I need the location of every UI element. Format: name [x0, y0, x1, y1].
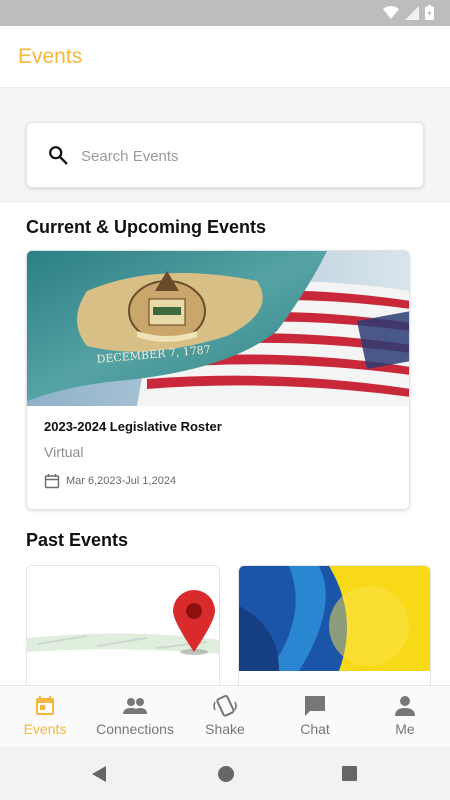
event-banner-image: DECEMBER 7, 1787 — [27, 251, 409, 406]
nav-item-me[interactable]: Me — [360, 686, 450, 747]
calendar-icon — [44, 474, 60, 489]
event-location: Virtual — [44, 444, 84, 460]
nav-label: Connections — [96, 721, 174, 737]
nav-label: Me — [395, 721, 415, 737]
app-bar: Events — [0, 26, 450, 88]
chat-bubble-icon — [305, 696, 325, 716]
nav-item-chat[interactable]: Chat — [270, 686, 360, 747]
system-navigation-bar — [0, 747, 450, 800]
recents-icon[interactable] — [341, 765, 358, 782]
home-icon[interactable] — [217, 765, 235, 783]
past-events-heading: Past Events — [26, 530, 129, 550]
nav-item-events[interactable]: Events — [0, 686, 90, 747]
nav-label: Events — [23, 721, 67, 737]
search-section — [0, 89, 450, 203]
past-event-card[interactable] — [238, 565, 431, 685]
event-date: Mar 6,2023-Jul 1,2024 — [66, 475, 177, 487]
past-event-card[interactable] — [26, 565, 220, 685]
bottom-navigation: Events Connections Shake Chat Me — [0, 685, 450, 747]
event-card[interactable]: DECEMBER 7, 1787 2023-2024 Legislative R… — [26, 250, 410, 510]
person-icon — [395, 696, 415, 716]
nav-item-connections[interactable]: Connections — [90, 686, 180, 747]
page-title: Events — [18, 45, 83, 68]
shake-phone-icon — [213, 694, 237, 717]
nav-label: Chat — [300, 721, 330, 737]
search-icon — [49, 146, 68, 165]
back-icon[interactable] — [90, 765, 108, 783]
nav-label: Shake — [205, 721, 245, 737]
event-title: 2023-2024 Legislative Roster — [44, 419, 222, 434]
events-content: Current & Upcoming Events DECEMBER 7, 17… — [0, 203, 450, 685]
blue-yellow-abstract-image — [239, 566, 430, 685]
map-pin-image — [27, 566, 219, 685]
wifi-icon — [383, 5, 399, 19]
search-input[interactable] — [81, 141, 401, 171]
nav-item-shake[interactable]: Shake — [180, 686, 270, 747]
status-bar — [0, 0, 450, 26]
battery-icon — [425, 5, 434, 20]
search-box[interactable] — [26, 122, 424, 188]
event-date-row: Mar 6,2023-Jul 1,2024 — [44, 473, 176, 489]
status-icons — [383, 5, 434, 20]
signal-icon — [405, 5, 419, 20]
calendar-icon — [36, 696, 54, 715]
people-icon — [123, 698, 147, 714]
current-events-heading: Current & Upcoming Events — [26, 217, 267, 237]
